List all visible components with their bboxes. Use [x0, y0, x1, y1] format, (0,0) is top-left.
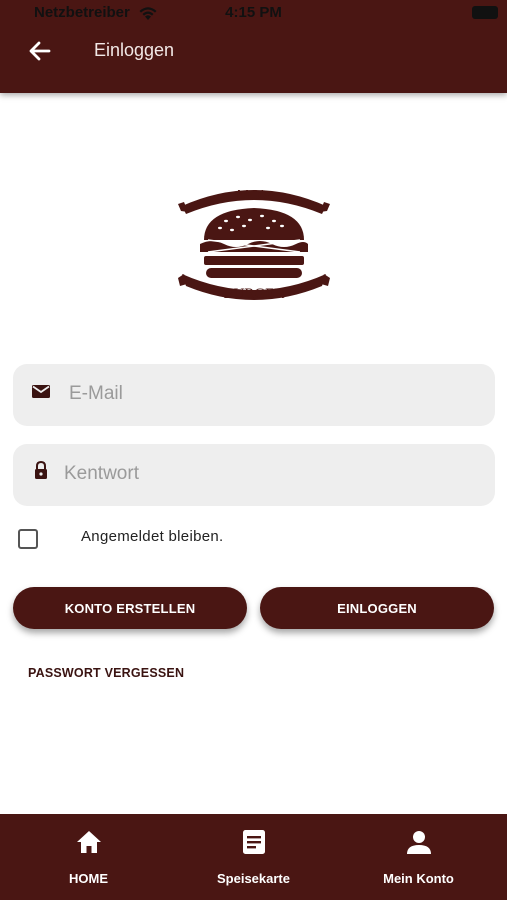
nav-item-mein-konto[interactable]: Mein Konto — [334, 814, 503, 900]
user-icon — [406, 831, 431, 854]
email-placeholder: E-Mail — [69, 383, 123, 404]
status-bar: Netzbetreiber 4:15 PM — [0, 0, 507, 28]
nav-item-home[interactable]: HOME — [4, 814, 173, 900]
email-field[interactable]: E-Mail — [13, 364, 495, 426]
lock-icon — [35, 460, 47, 479]
password-placeholder: Kentwort — [64, 463, 139, 484]
menu-card-icon — [242, 830, 265, 854]
battery-icon — [472, 6, 498, 19]
status-time: 4:15 PM — [225, 4, 282, 21]
back-button[interactable] — [24, 36, 56, 66]
mos-burger-logo: MO's BURGER — [178, 187, 330, 302]
password-field[interactable]: Kentwort — [13, 444, 495, 506]
mail-icon — [32, 385, 50, 398]
page-title: Einloggen — [94, 40, 175, 60]
app-bar: Netzbetreiber 4:15 PM Einloggen — [0, 0, 507, 93]
nav-label-home: HOME — [69, 871, 108, 886]
remember-me-label: Angemeldet bleiben. — [81, 528, 224, 545]
arrow-back-icon — [29, 41, 51, 61]
nav-label-mein-konto: Mein Konto — [383, 871, 454, 886]
logo-top-text: MO's — [237, 187, 272, 204]
nav-label-speisekarte: Speisekarte — [217, 871, 290, 886]
login-button[interactable]: EINLOGGEN — [260, 587, 494, 629]
nav-item-speisekarte[interactable]: Speisekarte — [169, 814, 338, 900]
remember-me-checkbox[interactable] — [18, 529, 38, 549]
forgot-password-link[interactable]: PASSWORT VERGESSEN — [28, 666, 184, 680]
create-account-button[interactable]: KONTO ERSTELLEN — [13, 587, 247, 629]
home-icon — [76, 831, 101, 853]
bottom-navigation: HOME Speisekarte Mein Konto — [0, 814, 507, 900]
logo-bottom-text: BURGER — [224, 286, 285, 302]
